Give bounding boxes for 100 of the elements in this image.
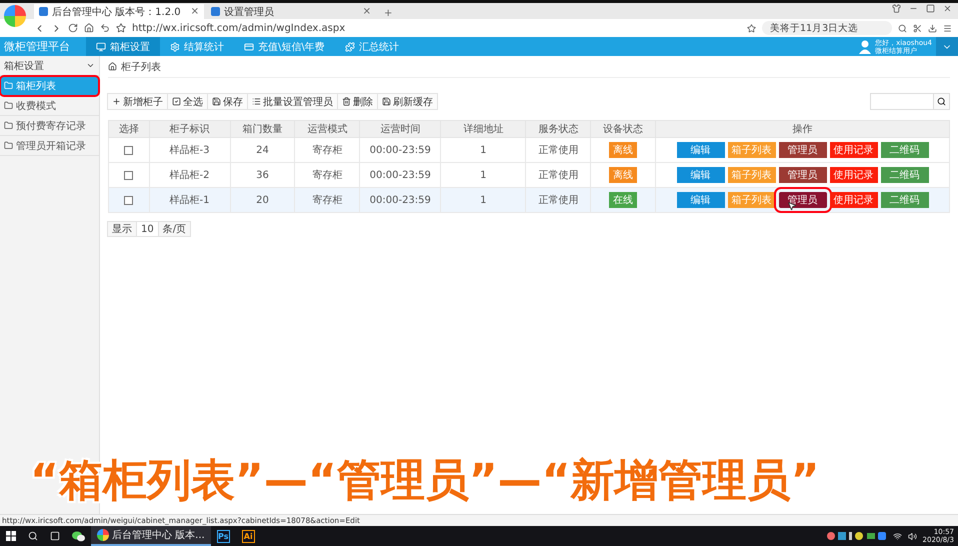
table-cell: 24 [230,138,295,162]
search-icon[interactable] [937,97,946,106]
sidebar-item[interactable]: 管理员开箱记录 [0,136,99,156]
star-icon[interactable] [116,23,126,33]
search-icon[interactable] [898,24,907,32]
action-button[interactable]: 二维码 [880,167,929,183]
gear-icon [170,42,180,52]
sidebar-item[interactable]: 收费模式 [0,96,99,116]
action-button[interactable]: 编辑 [676,192,725,208]
folder-icon [4,101,13,110]
table-cell: 36 [230,162,295,188]
toolbar-button[interactable]: 新增柜子 [107,93,168,110]
table-cell: 正常使用 [526,138,591,162]
table-cell: 1 [440,162,526,188]
address-field[interactable]: http://wx.iricsoft.com/admin/wgIndex.aspx [132,21,741,35]
pager-label: 显示 [107,221,137,237]
download-icon[interactable] [928,24,937,32]
action-button[interactable]: 使用记录 [830,192,878,208]
chat-bubbles-icon [72,530,85,542]
table-cell: 1 [440,188,526,212]
table-cell: 寄存柜 [294,138,360,162]
maximize-icon[interactable] [926,4,935,13]
sidebar-label: 管理员开箱记录 [16,140,86,152]
column-header: 服务状态 [526,120,591,138]
sidebar-title: 箱柜设置 [4,60,44,72]
column-header: 详细地址 [440,120,526,138]
action-button[interactable]: 二维码 [880,142,929,158]
scissors-icon[interactable] [913,24,922,32]
action-button[interactable]: 二维码 [880,192,929,208]
trash-icon [342,97,351,106]
status-badge: 离线 [609,142,638,158]
puzzle-icon [344,42,355,52]
nav-tab[interactable]: 箱柜设置 [86,37,160,56]
action-button[interactable]: 管理员 [778,142,827,158]
table-cell: 00:00-23:59 [360,138,441,162]
taskbar-app[interactable]: 后台管理中心 版本... [91,526,211,546]
folder-icon [4,141,13,150]
action-button[interactable]: 编辑 [676,142,725,158]
star-icon[interactable] [747,24,756,32]
toolbar-button[interactable]: 保存 [207,93,248,110]
browser-tab[interactable]: 设置管理员 × [206,4,376,19]
toolbar-button[interactable]: 全选 [167,93,208,110]
table-cell: 1 [440,138,526,162]
menu-icon[interactable] [943,24,952,32]
toolbar-button[interactable]: 删除 [337,93,378,110]
new-tab-button[interactable]: + [378,8,398,19]
sidebar-item[interactable]: 预付费寄存记录 [0,116,99,136]
column-header: 设备状态 [590,120,656,138]
undo-icon[interactable] [100,23,110,33]
column-header: 运营模式 [294,120,360,138]
volume-icon[interactable] [908,532,917,540]
card-icon [244,42,254,52]
table-cell: 样品柜-1 [149,188,230,212]
breadcrumb: 柜子列表 [121,60,161,74]
status-badge: 离线 [609,167,638,183]
row-checkbox[interactable] [124,146,134,154]
toolbar-button[interactable]: 批量设置管理员 [247,93,338,110]
search-field[interactable] [870,93,950,110]
row-checkbox[interactable] [124,170,134,180]
table-cell: 寄存柜 [294,162,360,188]
close-tab-button[interactable]: × [190,6,199,17]
action-button[interactable]: 使用记录 [830,142,878,158]
taskbar-app[interactable]: Ai [236,526,261,546]
column-header: 箱门数量 [230,120,295,138]
search-icon [28,531,38,541]
network-icon[interactable] [892,532,902,540]
row-checkbox[interactable] [124,196,134,204]
home-icon[interactable] [84,23,94,33]
search-field[interactable]: 美将于11月3日大选 [762,21,892,35]
action-button[interactable]: 管理员 [778,167,827,183]
action-button[interactable]: 使用记录 [830,167,878,183]
list-icon [252,97,261,106]
home-icon [108,62,117,71]
table-cell: 样品柜-2 [149,162,230,188]
reload-icon[interactable] [68,23,78,33]
task-view-icon [50,531,60,541]
save-icon [212,97,221,106]
column-header: 运营时间 [360,120,441,138]
video-caption: “箱柜列表”—“管理员”—“新增管理员” [30,454,820,508]
action-button[interactable]: 编辑 [676,167,725,183]
table-cell: 正常使用 [526,188,591,212]
app-logo: 微柜管理平台 [3,39,71,55]
page-size-field[interactable]: 10 [136,221,159,237]
browser-logo-icon [97,529,109,541]
toolbar-button[interactable]: 刷新缓存 [377,93,438,110]
user-avatar-icon [859,40,872,54]
table-cell: 00:00-23:59 [360,188,441,212]
close-tab-button[interactable]: × [362,6,371,17]
tray-icons-drawing [826,531,887,541]
chevron-icon[interactable] [86,61,95,70]
close-icon[interactable] [943,4,952,13]
nav-label: 充值\短信\年费 [258,40,325,54]
taskbar-app[interactable]: Ps [210,526,236,546]
table-cell: 正常使用 [526,162,591,188]
skin-icon[interactable] [892,4,901,13]
site-icon [39,7,48,16]
browser-tab[interactable]: 后台管理中心 版本号：1.2.0 × [34,4,204,19]
checkbox-icon [172,97,181,106]
action-button[interactable]: 管理员 [778,192,827,208]
pager-label: 条/页 [158,221,192,237]
